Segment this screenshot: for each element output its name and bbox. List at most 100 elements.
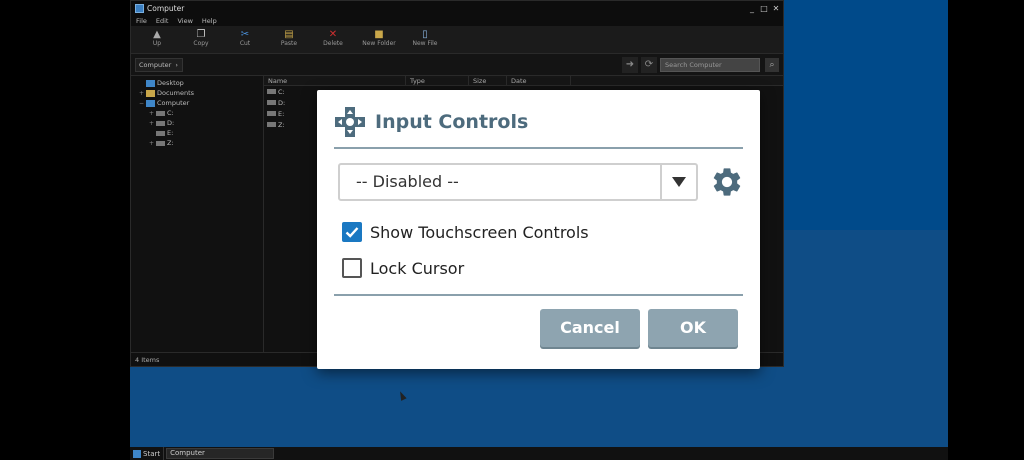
screen: Computer _ □ ✕ File Edit View Help ▲ Up … bbox=[0, 0, 1024, 460]
dpad-icon bbox=[335, 107, 365, 137]
checkmark-icon bbox=[345, 227, 359, 238]
footer-divider bbox=[334, 294, 743, 296]
controller-profile-select[interactable]: -- Disabled -- bbox=[338, 163, 698, 201]
delete-label: Delete bbox=[323, 40, 343, 47]
tree-expander[interactable]: + bbox=[149, 110, 156, 117]
folder-tree: Desktop + Documents − Computer + C: + D:… bbox=[131, 76, 264, 353]
mouse-cursor-icon bbox=[397, 390, 407, 401]
computer-icon bbox=[135, 4, 144, 13]
lock-cursor-label: Lock Cursor bbox=[370, 258, 465, 278]
paste-label: Paste bbox=[280, 40, 298, 47]
tree-label: E: bbox=[167, 129, 174, 137]
minimize-button[interactable]: _ bbox=[747, 4, 757, 13]
tree-label: Computer bbox=[157, 99, 190, 107]
dialog-title: Input Controls bbox=[375, 111, 529, 133]
delete-icon: ✕ bbox=[328, 29, 338, 40]
new-file-label: New File bbox=[412, 40, 438, 47]
file-name: Z: bbox=[278, 120, 285, 129]
gear-icon[interactable] bbox=[710, 165, 744, 199]
tree-item-documents[interactable]: + Documents bbox=[131, 88, 263, 98]
tree-expander[interactable]: − bbox=[139, 100, 146, 107]
go-arrow-icon[interactable]: ➜ bbox=[622, 56, 638, 73]
drive-icon bbox=[267, 111, 276, 116]
copy-button[interactable]: ❐ Copy bbox=[179, 26, 223, 47]
tree-label: Z: bbox=[167, 139, 174, 147]
new-folder-icon: ■ bbox=[374, 29, 384, 40]
cut-icon: ✂ bbox=[240, 29, 250, 40]
lock-cursor-option[interactable]: Lock Cursor bbox=[342, 258, 464, 278]
lock-cursor-checkbox[interactable] bbox=[342, 258, 362, 278]
cancel-button[interactable]: Cancel bbox=[540, 309, 640, 347]
menu-edit[interactable]: Edit bbox=[156, 17, 169, 25]
tree-item-computer[interactable]: − Computer bbox=[131, 98, 263, 108]
drive-icon bbox=[156, 110, 165, 116]
close-button[interactable]: ✕ bbox=[771, 4, 781, 13]
tree-item-desktop[interactable]: Desktop bbox=[131, 78, 263, 88]
refresh-icon[interactable]: ⟳ bbox=[641, 56, 657, 73]
taskbar: Start Computer bbox=[130, 447, 948, 460]
new-folder-button[interactable]: ■ New Folder bbox=[355, 26, 403, 47]
tree-label: D: bbox=[167, 119, 175, 127]
delete-button[interactable]: ✕ Delete bbox=[311, 26, 355, 47]
select-value: -- Disabled -- bbox=[356, 172, 459, 191]
tree-item-d-drive[interactable]: + D: bbox=[131, 118, 263, 128]
drive-icon bbox=[267, 89, 276, 94]
new-file-icon: ▯ bbox=[422, 29, 428, 40]
tree-expander[interactable]: + bbox=[149, 140, 156, 147]
up-button[interactable]: ▲ Up bbox=[135, 26, 179, 47]
explorer-titlebar[interactable]: Computer _ □ ✕ bbox=[131, 1, 783, 16]
input-controls-dialog: Input Controls -- Disabled -- Show Touch… bbox=[317, 90, 760, 369]
column-name[interactable]: Name bbox=[264, 76, 406, 85]
show-touchscreen-controls-option[interactable]: Show Touchscreen Controls bbox=[342, 222, 589, 242]
search-icon[interactable]: ⌕ bbox=[765, 57, 779, 72]
drive-icon bbox=[156, 130, 165, 136]
ok-button[interactable]: OK bbox=[648, 309, 738, 347]
menu-file[interactable]: File bbox=[136, 17, 147, 25]
paste-icon: ▤ bbox=[284, 29, 294, 40]
tree-item-z-drive[interactable]: + Z: bbox=[131, 138, 263, 148]
menu-view[interactable]: View bbox=[177, 17, 192, 25]
tree-expander[interactable]: + bbox=[139, 90, 146, 97]
tree-label: C: bbox=[167, 109, 174, 117]
up-arrow-icon: ▲ bbox=[153, 29, 161, 40]
maximize-button[interactable]: □ bbox=[759, 4, 769, 13]
address-row: Computer › ➜ ⟳ Search Computer ⌕ bbox=[131, 54, 783, 76]
column-type[interactable]: Type bbox=[406, 76, 469, 85]
dropdown-arrow[interactable] bbox=[660, 165, 696, 199]
desktop-icon bbox=[146, 79, 155, 87]
column-date[interactable]: Date bbox=[507, 76, 571, 85]
header-divider bbox=[334, 147, 743, 149]
chevron-down-icon bbox=[672, 177, 686, 187]
cut-label: Cut bbox=[239, 40, 251, 47]
folder-icon bbox=[146, 89, 155, 97]
start-logo-icon bbox=[133, 449, 141, 458]
menu-help[interactable]: Help bbox=[202, 17, 217, 25]
file-list-header: Name Type Size Date bbox=[264, 76, 783, 86]
cut-button[interactable]: ✂ Cut bbox=[223, 26, 267, 47]
start-button[interactable]: Start bbox=[130, 447, 165, 460]
file-name: C: bbox=[278, 87, 285, 96]
taskbar-item-computer[interactable]: Computer bbox=[166, 448, 275, 459]
computer-icon bbox=[146, 99, 155, 107]
chevron-right-icon: › bbox=[175, 60, 178, 69]
desktop-band bbox=[784, 0, 948, 230]
paste-button[interactable]: ▤ Paste bbox=[267, 26, 311, 47]
drive-icon bbox=[267, 122, 276, 127]
explorer-title: Computer bbox=[147, 4, 185, 13]
file-name: D: bbox=[278, 98, 286, 107]
new-folder-label: New Folder bbox=[362, 40, 396, 47]
drive-icon bbox=[156, 140, 165, 146]
up-label: Up bbox=[152, 40, 162, 47]
tree-item-e-drive[interactable]: E: bbox=[131, 128, 263, 138]
address-breadcrumb[interactable]: Computer › bbox=[135, 57, 183, 72]
search-input[interactable]: Search Computer bbox=[660, 57, 760, 72]
tree-expander[interactable]: + bbox=[149, 120, 156, 127]
address-text: Computer bbox=[139, 60, 172, 69]
new-file-button[interactable]: ▯ New File bbox=[403, 26, 447, 47]
copy-icon: ❐ bbox=[196, 29, 206, 40]
column-size[interactable]: Size bbox=[469, 76, 507, 85]
menubar: File Edit View Help bbox=[131, 16, 783, 26]
show-touchscreen-checkbox[interactable] bbox=[342, 222, 362, 242]
copy-label: Copy bbox=[193, 40, 209, 47]
tree-item-c-drive[interactable]: + C: bbox=[131, 108, 263, 118]
